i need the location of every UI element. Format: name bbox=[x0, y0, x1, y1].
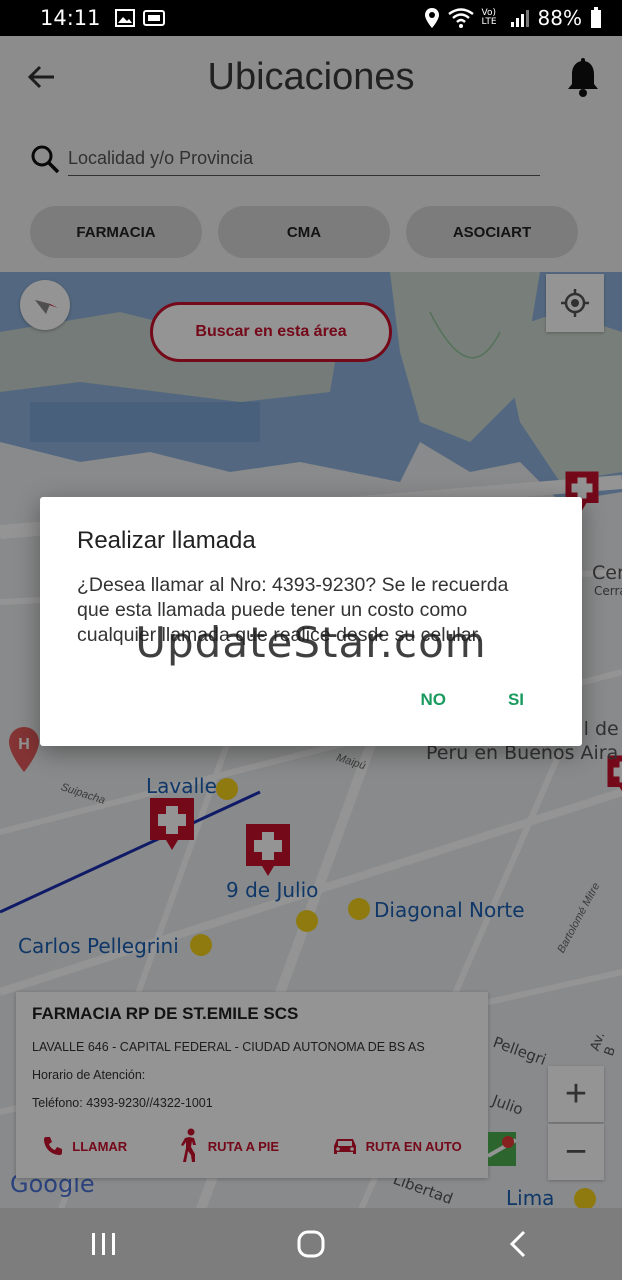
network-type: Vo) LTE bbox=[481, 8, 497, 27]
status-bar: 14:11 Vo) LTE 88% bbox=[0, 0, 622, 36]
dialog-no-button[interactable]: NO bbox=[420, 690, 446, 710]
recent-apps-button[interactable] bbox=[74, 1214, 134, 1274]
dialog-title: Realizar llamada bbox=[77, 527, 256, 554]
battery-percent: 88% bbox=[537, 6, 582, 30]
signal-icon bbox=[510, 10, 529, 27]
gallery-icon bbox=[142, 10, 165, 26]
wifi-icon bbox=[447, 8, 474, 28]
dialog-yes-button[interactable]: SI bbox=[508, 690, 524, 710]
back-nav-button[interactable] bbox=[488, 1214, 548, 1274]
chevron-left-icon bbox=[510, 1230, 526, 1258]
call-dialog: Realizar llamada ¿Desea llamar al Nro: 4… bbox=[40, 497, 582, 746]
recent-apps-icon bbox=[91, 1233, 115, 1255]
home-icon bbox=[297, 1230, 325, 1258]
home-button[interactable] bbox=[281, 1214, 341, 1274]
dialog-message: ¿Desea llamar al Nro: 4393-9230? Se le r… bbox=[77, 574, 509, 646]
status-time: 14:11 bbox=[40, 6, 101, 30]
location-icon bbox=[424, 8, 439, 28]
dialog-actions: NO SI bbox=[420, 690, 524, 710]
system-nav-bar bbox=[0, 1208, 622, 1280]
image-icon bbox=[114, 9, 135, 27]
battery-icon bbox=[591, 7, 601, 28]
